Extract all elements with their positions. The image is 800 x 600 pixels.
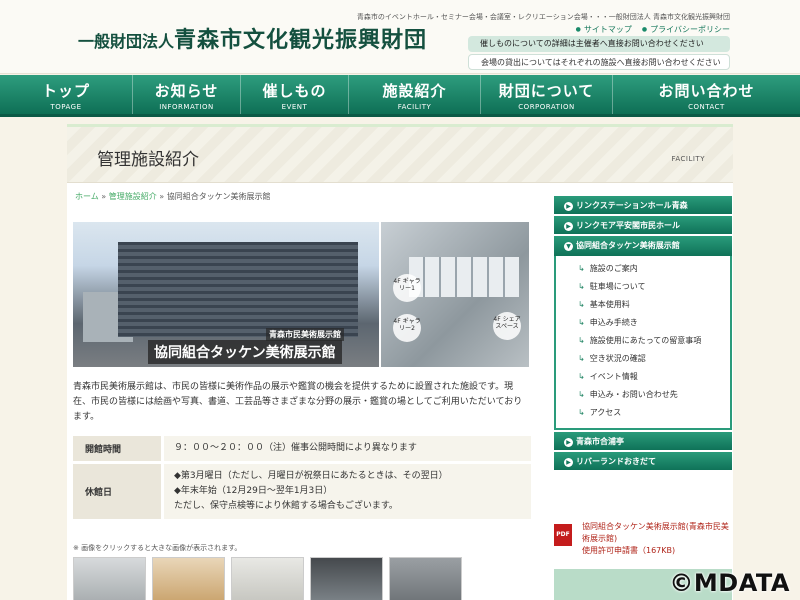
logo-small-text: 一般財団法人 bbox=[78, 32, 175, 51]
hours-value: ９：００〜２０：００（注）催事公開時間により異なります bbox=[164, 436, 531, 461]
pdf-icon: PDF bbox=[554, 524, 572, 546]
content-panel: 管理施設紹介 FACILITY ホーム » 管理施設紹介 » 協同組合タッケン美… bbox=[67, 124, 733, 600]
gallery-wall bbox=[409, 257, 519, 297]
floor-sign-1: 4F ギャラリー1 bbox=[393, 274, 421, 302]
sidebar-item-label: リンクステーションホール青森 bbox=[576, 201, 688, 210]
nav-top[interactable]: トップ TOPAGE bbox=[0, 75, 133, 114]
submenu-item[interactable]: イベント情報 bbox=[578, 368, 730, 386]
nav-label-jp: 施設紹介 bbox=[382, 82, 447, 100]
closed-value: ◆第3月曜日（ただし、月曜日が祝祭日にあたるときは、その翌日） ◆年末年始（12… bbox=[164, 464, 531, 519]
breadcrumb-facility[interactable]: 管理施設紹介 bbox=[109, 192, 157, 201]
nav-label-jp: トップ bbox=[41, 82, 90, 100]
table-row: 開館時間 ９：００〜２０：００（注）催事公開時間により異なります bbox=[73, 436, 531, 461]
arrow-circle-icon: ▶ bbox=[564, 202, 573, 211]
sidebar-item-takken[interactable]: ▼ 協同組合タッケン美術展示館 bbox=[554, 236, 732, 256]
thumbnail-gallery bbox=[73, 557, 462, 600]
nav-event[interactable]: 催しもの EVENT bbox=[241, 75, 349, 114]
facility-info-table: 開館時間 ９：００〜２０：００（注）催事公開時間により異なります 休館日 ◆第3… bbox=[73, 436, 531, 522]
pdf-download[interactable]: PDF 協同組合タッケン美術展示館(青森市民美術展示館) 使用許可申請書（167… bbox=[554, 521, 732, 557]
nav-label-jp: 催しもの bbox=[262, 82, 327, 100]
page-title: 管理施設紹介 bbox=[97, 150, 199, 170]
sidebar-item-label: リンクモア平安閣市民ホール bbox=[576, 221, 680, 230]
arrow-circle-icon: ▶ bbox=[564, 438, 573, 447]
breadcrumb-home[interactable]: ホーム bbox=[75, 192, 99, 201]
submenu-item[interactable]: 施設のご案内 bbox=[578, 260, 730, 278]
nav-label-en: EVENT bbox=[281, 103, 308, 111]
nav-label-en: CONTACT bbox=[688, 103, 725, 111]
page-title-en: FACILITY bbox=[671, 155, 705, 163]
privacy-policy-link[interactable]: プライバシーポリシー bbox=[642, 24, 730, 35]
closed-line: ◆年末年始（12月29日〜翌年1月3日） bbox=[174, 486, 333, 496]
copyright-watermark: ©MDATA bbox=[669, 569, 790, 597]
hours-label: 開館時間 bbox=[73, 436, 161, 461]
nav-information[interactable]: お知らせ INFORMATION bbox=[133, 75, 241, 114]
breadcrumb: ホーム » 管理施設紹介 » 協同組合タッケン美術展示館 bbox=[75, 192, 271, 201]
facility-intro: 青森市民美術展示館は、市民の皆様に美術作品の展示や鑑賞の機会を提供するために設置… bbox=[73, 382, 523, 422]
building-facade bbox=[118, 242, 358, 337]
arrow-circle-icon: ▼ bbox=[564, 242, 573, 251]
nav-contact[interactable]: お問い合わせ CONTACT bbox=[613, 75, 800, 114]
breadcrumb-current: 協同組合タッケン美術展示館 bbox=[166, 192, 271, 201]
page-title-bar: 管理施設紹介 FACILITY bbox=[67, 127, 733, 183]
sidebar-submenu: 施設のご案内 駐車場について 基本使用料 申込み手続き 施設使用にあたっての留意… bbox=[554, 256, 732, 430]
pdf-line2: 使用許可申請書（167KB) bbox=[582, 546, 676, 555]
thumbnail-image[interactable] bbox=[389, 557, 462, 600]
facility-sidebar: ▶ リンクステーションホール青森 ▶ リンクモア平安閣市民ホール ▼ 協同組合タッケン… bbox=[554, 196, 732, 472]
closed-line: ただし、保守点検等により休館する場合もございます。 bbox=[174, 501, 398, 511]
closed-label: 休館日 bbox=[73, 464, 161, 519]
thumbnail-note: ※ 画像をクリックすると大きな画像が表示されます。 bbox=[73, 544, 242, 552]
sidebar-item-linkmore[interactable]: ▶ リンクモア平安閣市民ホール bbox=[554, 216, 732, 236]
sidebar-item-label: 協同組合タッケン美術展示館 bbox=[576, 241, 680, 250]
floor-sign-2: 4F ギャラリー2 bbox=[393, 314, 421, 342]
logo-main-text: 青森市文化観光振興財団 bbox=[174, 27, 428, 53]
nav-label-jp: お知らせ bbox=[154, 82, 219, 100]
nav-label-en: INFORMATION bbox=[159, 103, 214, 111]
submenu-item[interactable]: 申込み手続き bbox=[578, 314, 730, 332]
nav-label-en: TOPAGE bbox=[50, 103, 82, 111]
nav-facility[interactable]: 施設紹介 FACILITY bbox=[349, 75, 481, 114]
thumbnail-image[interactable] bbox=[73, 557, 146, 600]
submenu-item[interactable]: 施設使用にあたっての留意事項 bbox=[578, 332, 730, 350]
arrow-circle-icon: ▶ bbox=[564, 458, 573, 467]
sidebar-item-label: リバーランドおきだて bbox=[576, 457, 656, 466]
submenu-item[interactable]: 駐車場について bbox=[578, 278, 730, 296]
pdf-text: 協同組合タッケン美術展示館(青森市民美術展示館) 使用許可申請書（167KB) bbox=[582, 521, 732, 557]
gallery-photo: 4F ギャラリー1 4F ギャラリー2 4F シェアスペース bbox=[381, 222, 529, 367]
site-tagline: 青森市のイベントホール・セミナー会場・会議室・レクリエーション会場・・・一般財団… bbox=[356, 13, 730, 21]
facility-sign-sub: 青森市民美術展示館 bbox=[266, 328, 344, 341]
submenu-item[interactable]: 空き状況の確認 bbox=[578, 350, 730, 368]
nav-label-jp: 財団について bbox=[498, 82, 595, 100]
global-nav: トップ TOPAGE お知らせ INFORMATION 催しもの EVENT 施設紹介… bbox=[0, 75, 800, 117]
sidebar-item-label: 青森市合浦亭 bbox=[576, 437, 624, 446]
sitemap-link[interactable]: サイトマップ bbox=[576, 24, 632, 35]
facility-main-image: 青森市民美術展示館 協同組合タッケン美術展示館 4F ギャラリー1 4F ギャラ… bbox=[73, 222, 529, 367]
facility-sign-text: 協同組合タッケン美術展示館 bbox=[154, 345, 336, 361]
thumbnail-image[interactable] bbox=[152, 557, 225, 600]
site-logo[interactable]: 一般財団法人青森市文化観光振興財団 bbox=[78, 22, 427, 54]
sidebar-item-link-station[interactable]: ▶ リンクステーションホール青森 bbox=[554, 196, 732, 216]
nav-label-jp: お問い合わせ bbox=[658, 82, 755, 100]
thumbnail-image[interactable] bbox=[310, 557, 383, 600]
nav-label-en: FACILITY bbox=[397, 103, 432, 111]
rental-notice: 会場の貸出についてはそれぞれの施設へ直接お問い合わせください bbox=[468, 54, 730, 70]
event-notice: 催しものについての詳細は主催者へ直接お問い合わせください bbox=[468, 36, 730, 52]
building-photo: 青森市民美術展示館 協同組合タッケン美術展示館 bbox=[73, 222, 379, 367]
facility-sign: 青森市民美術展示館 協同組合タッケン美術展示館 bbox=[148, 328, 344, 364]
nav-label-en: CORPORATION bbox=[518, 103, 575, 111]
header-links: サイトマップ プライバシーポリシー bbox=[576, 24, 730, 35]
submenu-item[interactable]: 申込み・お問い合わせ先 bbox=[578, 386, 730, 404]
site-header: 一般財団法人青森市文化観光振興財団 青森市のイベントホール・セミナー会場・会議室… bbox=[0, 0, 800, 74]
arrow-circle-icon: ▶ bbox=[564, 222, 573, 231]
nav-corporation[interactable]: 財団について CORPORATION bbox=[481, 75, 613, 114]
closed-line: ◆第3月曜日（ただし、月曜日が祝祭日にあたるときは、その翌日） bbox=[174, 471, 448, 481]
submenu-item[interactable]: 基本使用料 bbox=[578, 296, 730, 314]
sidebar-item-riverland[interactable]: ▶ リバーランドおきだて bbox=[554, 452, 732, 472]
table-row: 休館日 ◆第3月曜日（ただし、月曜日が祝祭日にあたるときは、その翌日） ◆年末年… bbox=[73, 464, 531, 519]
sidebar-item-gappotei[interactable]: ▶ 青森市合浦亭 bbox=[554, 432, 732, 452]
submenu-item[interactable]: アクセス bbox=[578, 404, 730, 422]
floor-sign-3: 4F シェアスペース bbox=[493, 312, 521, 340]
pdf-link[interactable]: 協同組合タッケン美術展示館(青森市民美術展示館) bbox=[582, 521, 732, 545]
thumbnail-image[interactable] bbox=[231, 557, 304, 600]
